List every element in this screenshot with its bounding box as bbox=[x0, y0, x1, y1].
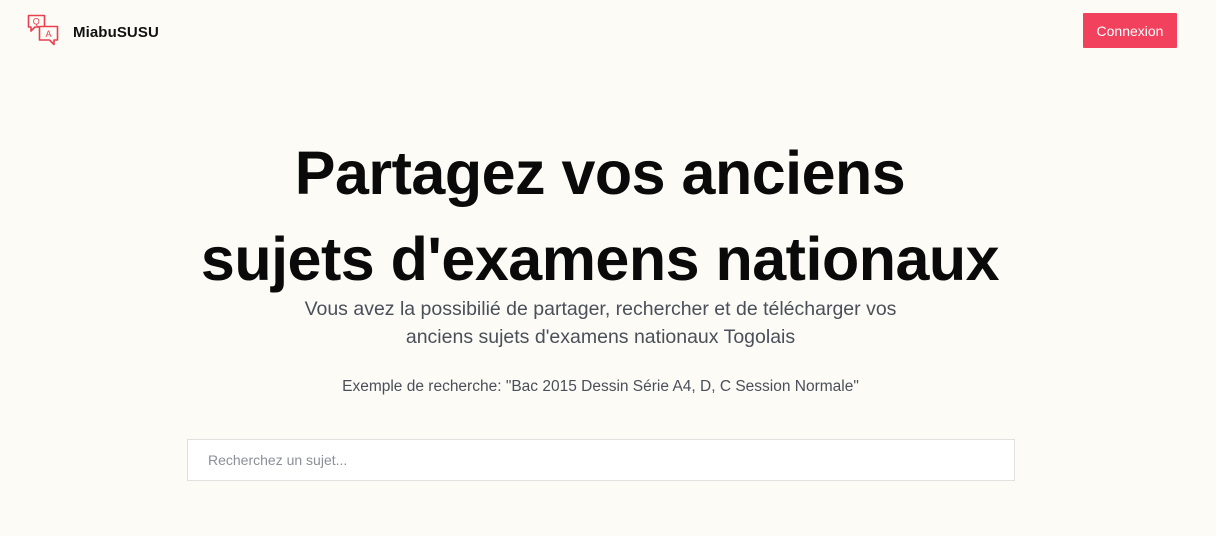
hero-subtitle-line-1: Vous avez la possibilié de partager, rec… bbox=[304, 298, 897, 320]
hero-title-line-2: sujets d'examens nationaux bbox=[200, 225, 1000, 293]
qa-chat-bubbles-icon: Q A bbox=[27, 14, 59, 46]
hero-subtitle-line-2: anciens sujets d'examens nationaux Togol… bbox=[405, 326, 796, 348]
brand-name: MiabuSUSU bbox=[73, 23, 159, 41]
brand-logo-link[interactable]: Q A MiabuSUSU bbox=[27, 13, 159, 49]
brand-icon-letter-q: Q bbox=[33, 17, 40, 27]
hero-title: Partagez vos anciens sujets d'examens na… bbox=[100, 130, 1100, 302]
page: Q A MiabuSUSU Connexion Partagez vos anc… bbox=[0, 0, 1216, 536]
hero-subtitle: Vous avez la possibilié de partager, rec… bbox=[200, 295, 1001, 351]
search-example-text: Exemple de recherche: "Bac 2015 Dessin S… bbox=[342, 378, 859, 395]
search-input[interactable] bbox=[187, 439, 1015, 481]
brand-icon-letter-a: A bbox=[45, 29, 51, 39]
top-navbar: Q A MiabuSUSU Connexion bbox=[0, 0, 1216, 62]
hero-title-line-1: Partagez vos anciens bbox=[294, 139, 906, 207]
login-button[interactable]: Connexion bbox=[1083, 13, 1177, 48]
